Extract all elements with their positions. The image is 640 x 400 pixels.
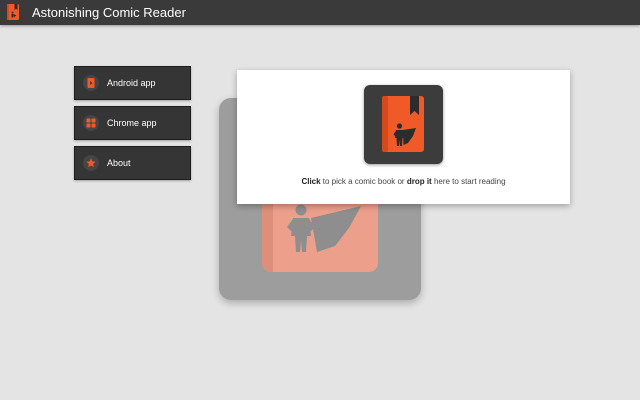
about-button[interactable]: About [74, 146, 191, 180]
app-logo-icon [7, 4, 19, 20]
drop-instructions: Click to pick a comic book or drop it he… [237, 176, 570, 188]
star-icon [83, 155, 99, 171]
apps-grid-icon [83, 115, 99, 131]
about-label: About [107, 158, 131, 168]
android-app-button[interactable]: Android app [74, 66, 191, 100]
chrome-app-button[interactable]: Chrome app [74, 106, 191, 140]
android-phone-icon [83, 75, 99, 91]
click-label: Click [301, 177, 321, 186]
chrome-app-label: Chrome app [107, 118, 157, 128]
hint-text-1: to pick a comic book or [320, 177, 407, 186]
app-title: Astonishing Comic Reader [32, 5, 186, 20]
app-header: Astonishing Comic Reader [0, 0, 640, 25]
android-app-label: Android app [107, 78, 156, 88]
hint-text-2: here to start reading [431, 177, 506, 186]
comic-book-icon[interactable] [364, 85, 443, 164]
comic-drop-zone[interactable]: Click to pick a comic book or drop it he… [237, 70, 570, 204]
drop-it-label: drop it [406, 177, 432, 186]
side-menu: Android app Chrome app About [74, 66, 191, 186]
